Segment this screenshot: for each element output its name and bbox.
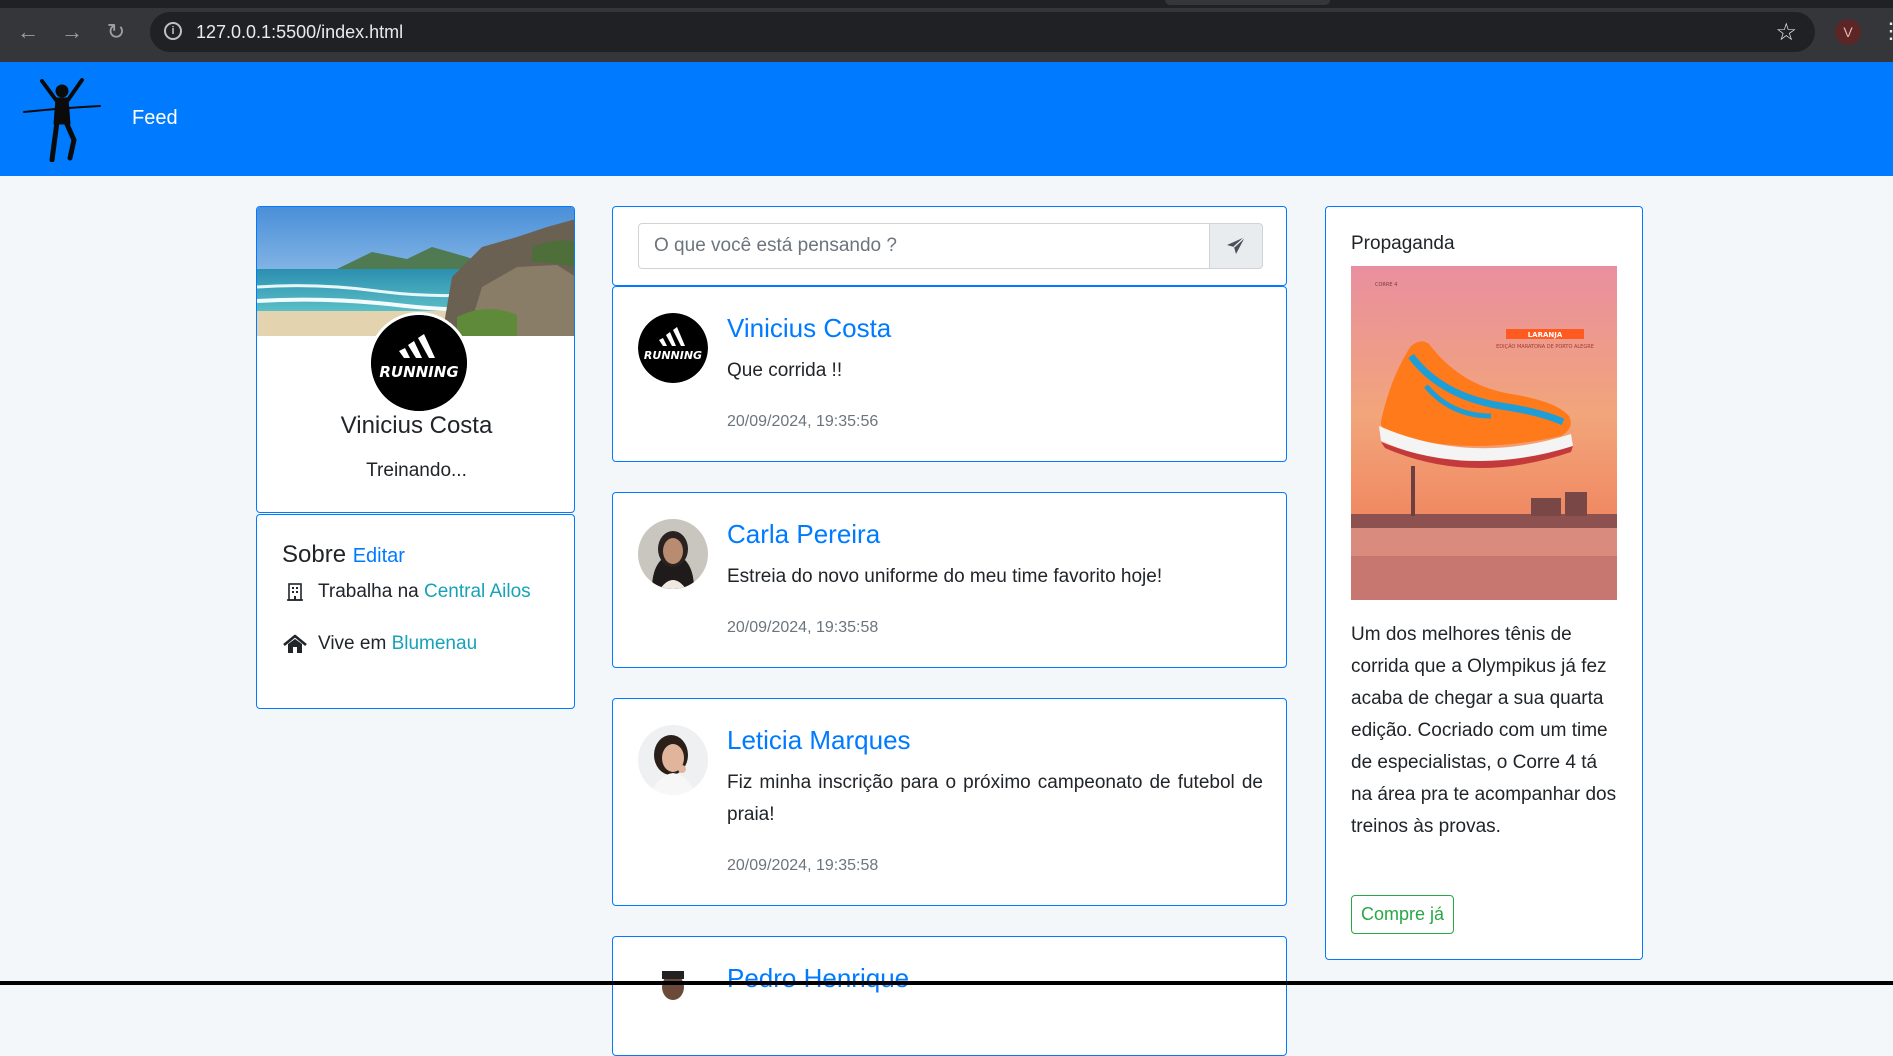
- address-url[interactable]: 127.0.0.1:5500/index.html: [196, 22, 403, 43]
- post-composer: O que você está pensando ?: [612, 206, 1287, 286]
- reload-icon[interactable]: ↻: [102, 18, 130, 46]
- work-row: Trabalha na Central Ailos: [282, 581, 531, 603]
- nav-feed-link[interactable]: Feed: [132, 107, 178, 130]
- post-text: Fiz minha inscrição para o próximo campe…: [727, 772, 1263, 825]
- buy-now-button[interactable]: Compre já: [1351, 895, 1454, 934]
- ad-brand-text: CORRE 4: [1375, 282, 1397, 288]
- work-place-link[interactable]: Central Ailos: [424, 581, 531, 602]
- browser-profile-avatar[interactable]: V: [1835, 19, 1861, 45]
- post-card: Pedro Henrique: [612, 936, 1287, 1056]
- avatar-running-text: RUNNING: [379, 363, 458, 381]
- address-bar[interactable]: i 127.0.0.1:5500/index.html ☆: [150, 12, 1815, 52]
- post-text: Estreia do novo uniforme do meu time fav…: [727, 566, 1163, 587]
- forward-icon[interactable]: →: [58, 18, 86, 46]
- post-avatar[interactable]: [638, 519, 708, 589]
- ad-label-text: LARANJA: [1528, 331, 1563, 339]
- about-title: Sobre Editar: [282, 541, 405, 569]
- post-card: RUNNING Vinicius Costa Que corrida !! 20…: [612, 286, 1287, 462]
- live-row: Vive em Blumenau: [282, 633, 477, 655]
- post-author[interactable]: Leticia Marques: [727, 725, 911, 756]
- work-prefix: Trabalha na: [318, 581, 419, 602]
- about-title-text: Sobre: [282, 541, 347, 568]
- post-text: Que corrida !!: [727, 360, 843, 381]
- about-card: Sobre Editar Trabalha na Central Ailos V…: [256, 514, 575, 709]
- post-timestamp: 20/09/2024, 19:35:58: [727, 619, 879, 636]
- post-avatar[interactable]: RUNNING: [638, 313, 708, 383]
- profile-name: Vinicius Costa: [340, 412, 493, 439]
- back-icon[interactable]: ←: [14, 18, 42, 46]
- paper-plane-icon: [1227, 236, 1246, 254]
- profile-status: Treinando...: [366, 460, 467, 481]
- live-prefix: Vive em: [318, 633, 387, 654]
- os-taskbar-edge: [0, 981, 1893, 985]
- post-card: Leticia Marques Fiz minha inscrição para…: [612, 698, 1287, 906]
- edit-about-link[interactable]: Editar: [353, 545, 405, 567]
- building-icon: [287, 583, 303, 601]
- site-info-icon[interactable]: i: [164, 22, 182, 40]
- app-navbar: Feed: [0, 62, 1893, 176]
- profile-avatar[interactable]: RUNNING: [368, 312, 470, 414]
- bookmark-star-icon[interactable]: ☆: [1775, 18, 1797, 47]
- post-timestamp: 20/09/2024, 19:35:56: [727, 413, 879, 430]
- browser-tab[interactable]: [1165, 0, 1330, 5]
- ad-sublabel-text: EDIÇÃO MARATONA DE PORTO ALEGRE: [1496, 343, 1594, 350]
- browser-menu-icon[interactable]: ⋮: [1880, 18, 1893, 44]
- post-author[interactable]: Carla Pereira: [727, 519, 880, 550]
- live-place-link[interactable]: Blumenau: [392, 633, 478, 654]
- ad-title: Propaganda: [1351, 233, 1455, 254]
- browser-toolbar: ← → ↻ i 127.0.0.1:5500/index.html ☆ V ⋮: [0, 0, 1893, 62]
- profile-card: RUNNING Vinicius Costa Treinando...: [256, 206, 575, 513]
- post-timestamp: 20/09/2024, 19:35:58: [727, 857, 879, 874]
- post-card: Carla Pereira Estreia do novo uniforme d…: [612, 492, 1287, 668]
- post-avatar-text: RUNNING: [644, 349, 702, 362]
- post-author[interactable]: Pedro Henrique: [727, 963, 909, 994]
- post-input[interactable]: O que você está pensando ?: [638, 223, 1210, 269]
- ad-image[interactable]: CORRE 4 LARANJA EDIÇÃO MARATONA DE PORTO…: [1351, 266, 1617, 600]
- post-author[interactable]: Vinicius Costa: [727, 313, 891, 344]
- runner-logo-icon[interactable]: [22, 78, 102, 162]
- home-icon: [283, 634, 307, 653]
- post-avatar[interactable]: [638, 963, 708, 1033]
- post-avatar[interactable]: [638, 725, 708, 795]
- send-button[interactable]: [1209, 223, 1263, 269]
- tab-strip: [0, 0, 1893, 8]
- ad-text: Um dos melhores tênis de corrida que a O…: [1351, 624, 1617, 837]
- ad-card: Propaganda CORRE 4 LARANJA EDIÇÃO MARATO…: [1325, 206, 1643, 960]
